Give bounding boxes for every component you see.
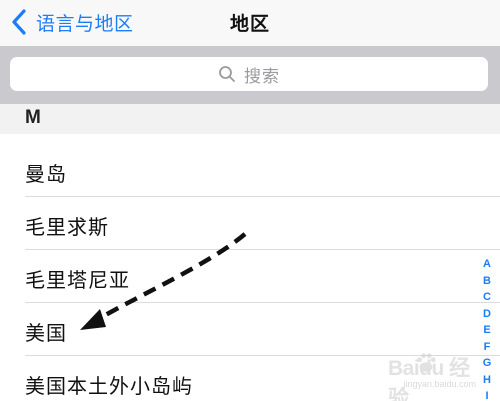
list-item-label: 毛里塔尼亚 [25,268,130,292]
index-letter[interactable]: I [485,388,488,401]
baidu-jingyan-watermark: Baidu 经验 jingyan.baidu.com [388,351,476,401]
section-index-bar[interactable]: A B C D E F G H I [480,256,494,401]
list-item-label: 美国 [25,321,67,345]
index-letter[interactable]: F [484,339,491,356]
list-item[interactable]: 毛里求斯 [0,197,500,250]
index-letter[interactable]: B [483,273,491,290]
index-letter[interactable]: C [483,289,491,306]
section-header-letter: M [25,107,41,128]
index-letter[interactable]: D [483,306,491,323]
index-letter[interactable]: A [483,256,491,273]
search-icon [219,66,235,82]
search-bar-container: 搜索 [0,46,500,104]
navigation-bar: 语言与地区 地区 [0,0,500,46]
list-item[interactable]: 曼岛 [0,144,500,197]
section-header: M [0,104,500,134]
index-letter[interactable]: H [483,372,491,389]
region-settings-screen: 语言与地区 地区 搜索 M 曼岛 毛里求斯 毛里塔尼亚 美国 美国本土外小岛屿 [0,0,500,401]
watermark-brand: Baidu 经验 [388,357,470,401]
list-item-label: 曼岛 [25,162,67,186]
list-item-label: 毛里求斯 [25,215,109,239]
list-item[interactable]: 美国 [0,303,500,356]
list-item-label: 美国本土外小岛屿 [25,374,193,398]
search-placeholder: 搜索 [244,66,280,87]
index-letter[interactable]: G [483,355,492,372]
page-title: 地区 [229,13,270,35]
index-letter[interactable]: E [483,322,490,339]
watermark-url: jingyan.baidu.com [403,379,476,389]
search-input[interactable]: 搜索 [10,57,488,91]
list-item[interactable]: 毛里塔尼亚 [0,250,500,303]
